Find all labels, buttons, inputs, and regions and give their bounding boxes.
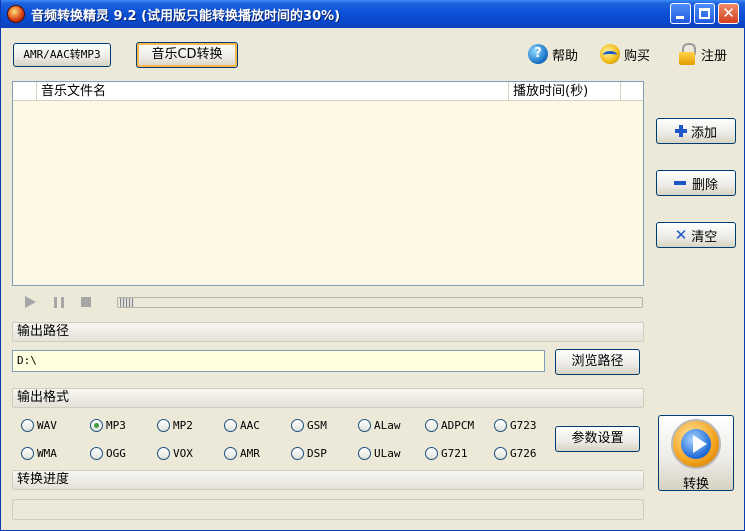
column-spacer-end (621, 82, 641, 101)
radio-circle[interactable] (224, 446, 237, 460)
delete-label: 删除 (691, 177, 718, 193)
radio-label: GSM (307, 418, 327, 432)
convert-play-icon (671, 419, 721, 469)
radio-circle[interactable] (358, 418, 371, 432)
format-radio-amr[interactable]: AMR (224, 445, 260, 461)
format-radio-dsp[interactable]: DSP (291, 445, 327, 461)
radio-label: G721 (441, 446, 468, 460)
minimize-icon (676, 16, 684, 19)
format-radio-adpcm[interactable]: ADPCM (425, 417, 474, 433)
clear-x-icon: ✕ (674, 226, 688, 244)
file-list[interactable]: 音乐文件名 播放时间(秒) (12, 81, 644, 286)
radio-label: ADPCM (441, 418, 475, 432)
title-bar[interactable]: 音频转换精灵 9.2 (试用版只能转换播放时间的30%) ✕ (1, 0, 745, 28)
progress-section: 转换进度 (12, 470, 644, 490)
radio-label: G723 (510, 418, 537, 432)
music-cd-convert-button[interactable]: 音乐CD转换 (136, 42, 238, 68)
radio-label: MP3 (106, 418, 126, 432)
help-label: 帮助 (552, 48, 579, 64)
browse-path-button[interactable]: 浏览路径 (555, 349, 640, 375)
minus-icon (673, 181, 686, 185)
radio-label: AAC (240, 418, 260, 432)
slider-thumb[interactable] (120, 298, 134, 307)
help-link[interactable]: 帮助 (528, 44, 578, 64)
add-button[interactable]: 添加 (656, 118, 736, 144)
format-radio-ogg[interactable]: OGG (90, 445, 126, 461)
format-radio-mp3[interactable]: MP3 (90, 417, 126, 433)
app-icon (7, 5, 25, 23)
format-radio-g723[interactable]: G723 (494, 417, 537, 433)
buy-icon (600, 44, 620, 64)
format-radio-g726[interactable]: G726 (494, 445, 537, 461)
clear-label: 清空 (691, 229, 718, 245)
radio-label: ULaw (374, 446, 401, 460)
output-path-section: 输出路径 (12, 322, 644, 342)
progress-bar (12, 499, 644, 520)
delete-button[interactable]: 删除 (656, 170, 736, 196)
output-format-section: 输出格式 (12, 388, 644, 408)
radio-label: AMR (240, 446, 260, 460)
close-button[interactable]: ✕ (718, 3, 739, 24)
playback-slider[interactable] (117, 297, 643, 308)
radio-label: OGG (106, 446, 126, 460)
radio-circle[interactable] (90, 418, 103, 432)
help-icon (528, 44, 548, 64)
column-play-time[interactable]: 播放时间(秒) (509, 82, 621, 101)
radio-circle[interactable] (157, 418, 170, 432)
radio-circle[interactable] (21, 446, 34, 460)
format-radio-vox[interactable]: VOX (157, 445, 193, 461)
buy-link[interactable]: 购买 (600, 44, 650, 64)
radio-label: VOX (173, 446, 193, 460)
format-radio-g721[interactable]: G721 (425, 445, 468, 461)
format-radio-aac[interactable]: AAC (224, 417, 260, 433)
radio-circle[interactable] (291, 418, 304, 432)
radio-label: ALaw (374, 418, 401, 432)
buy-label: 购买 (624, 48, 651, 64)
output-path-input[interactable]: D:\ (12, 350, 545, 372)
radio-circle[interactable] (358, 446, 371, 460)
window-title: 音频转换精灵 9.2 (试用版只能转换播放时间的30%) (31, 9, 341, 24)
radio-circle[interactable] (90, 446, 103, 460)
format-radio-gsm[interactable]: GSM (291, 417, 327, 433)
radio-circle[interactable] (224, 418, 237, 432)
pause-icon[interactable] (54, 297, 64, 308)
app-window: 音频转换精灵 9.2 (试用版只能转换播放时间的30%) ✕ AMR/AAC转M… (0, 0, 745, 531)
radio-circle[interactable] (157, 446, 170, 460)
radio-label: G726 (510, 446, 537, 460)
radio-circle[interactable] (425, 446, 438, 460)
convert-label: 转换 (682, 477, 709, 492)
clear-button[interactable]: ✕ 清空 (656, 222, 736, 248)
register-label: 注册 (701, 48, 728, 64)
radio-label: MP2 (173, 418, 193, 432)
stop-icon[interactable] (81, 297, 91, 307)
column-file-name[interactable]: 音乐文件名 (37, 82, 509, 101)
radio-label: WAV (37, 418, 57, 432)
radio-circle[interactable] (494, 418, 507, 432)
file-list-header: 音乐文件名 播放时间(秒) (13, 82, 643, 101)
column-spacer (13, 82, 37, 101)
format-radio-mp2[interactable]: MP2 (157, 417, 193, 433)
radio-label: WMA (37, 446, 57, 460)
radio-circle[interactable] (21, 418, 34, 432)
radio-circle[interactable] (425, 418, 438, 432)
add-label: 添加 (690, 125, 717, 141)
minimize-button[interactable] (670, 3, 691, 24)
amr-to-mp3-button[interactable]: AMR/AAC转MP3 (13, 43, 111, 67)
format-radio-wma[interactable]: WMA (21, 445, 57, 461)
close-icon: ✕ (722, 4, 735, 22)
format-radio-wav[interactable]: WAV (21, 417, 57, 433)
play-icon[interactable] (25, 296, 36, 308)
format-radio-alaw[interactable]: ALaw (358, 417, 401, 433)
convert-button[interactable]: 转换 (658, 415, 734, 492)
parameter-settings-button[interactable]: 参数设置 (555, 426, 640, 452)
radio-circle[interactable] (291, 446, 304, 460)
maximize-button[interactable] (694, 3, 715, 24)
format-radio-ulaw[interactable]: ULaw (358, 445, 401, 461)
register-link[interactable]: 注册 (679, 43, 728, 65)
maximize-icon (699, 8, 710, 19)
plus-icon (674, 125, 687, 137)
lock-icon (679, 43, 696, 65)
radio-label: DSP (307, 446, 327, 460)
radio-circle[interactable] (494, 446, 507, 460)
